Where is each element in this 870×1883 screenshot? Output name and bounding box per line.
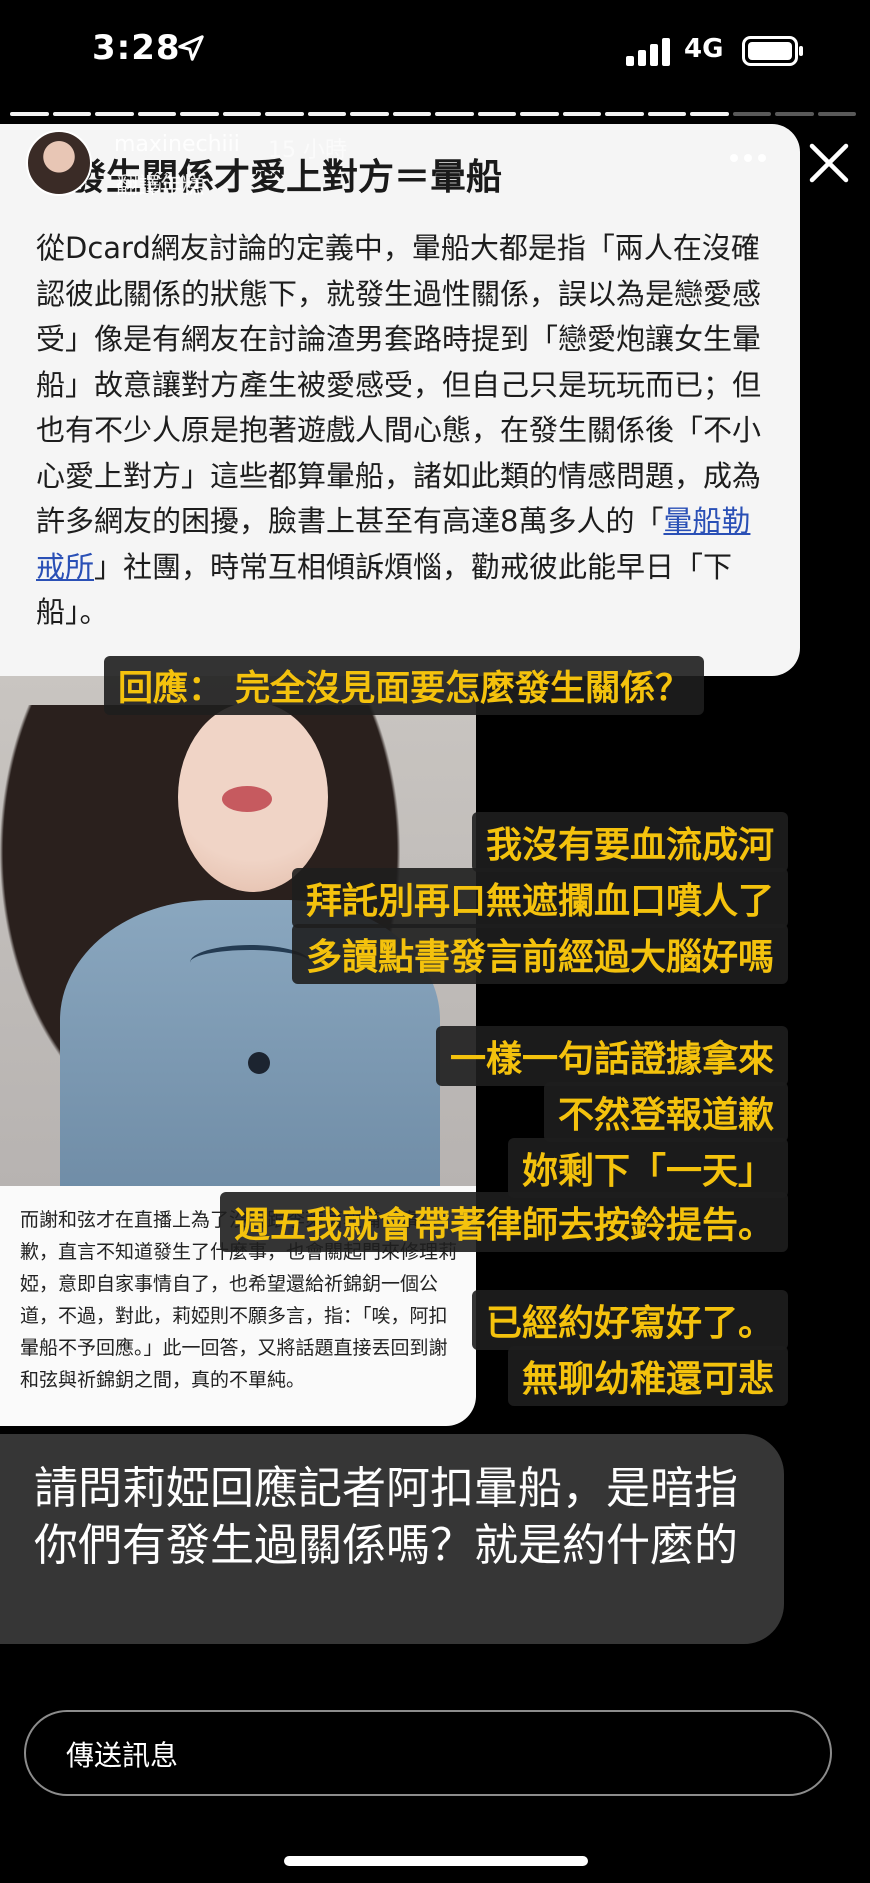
progress-segment bbox=[647, 112, 686, 116]
post-time: 15 小時 bbox=[268, 138, 347, 163]
home-indicator[interactable] bbox=[284, 1856, 588, 1866]
progress-segment bbox=[350, 112, 389, 116]
caption-line-5: 不然登報道歉 bbox=[543, 1082, 788, 1142]
progress-segment bbox=[477, 112, 516, 116]
cellular-signal-icon bbox=[626, 38, 670, 66]
story-progress bbox=[10, 112, 856, 116]
close-icon[interactable] bbox=[806, 140, 852, 186]
photo-lips bbox=[222, 786, 272, 812]
progress-segment bbox=[817, 112, 856, 116]
caption-line-1: 我沒有要血流成河 bbox=[471, 812, 788, 872]
username[interactable]: maxinechiii bbox=[114, 132, 240, 157]
location-arrow-icon bbox=[178, 35, 204, 61]
progress-segment bbox=[392, 112, 431, 116]
progress-segment bbox=[520, 112, 559, 116]
progress-segment bbox=[690, 112, 729, 116]
caption-line-7: 週五我就會帶著律師去按鈴提告。 bbox=[219, 1192, 788, 1252]
progress-segment bbox=[435, 112, 474, 116]
progress-segment bbox=[562, 112, 601, 116]
network-type: 4G bbox=[684, 34, 724, 64]
progress-segment bbox=[137, 112, 176, 116]
battery-icon bbox=[742, 36, 803, 66]
caption-line-2: 拜託別再口無遮攔血口噴人了 bbox=[291, 868, 788, 928]
caption-line-9: 無聊幼稚還可悲 bbox=[507, 1346, 788, 1406]
article-text: 從Dcard網友討論的定義中，暈船大都是指「兩人在沒確認彼此關係的狀態下，就發生… bbox=[36, 231, 762, 538]
more-options-icon[interactable] bbox=[728, 150, 768, 166]
progress-segment bbox=[10, 112, 49, 116]
progress-segment bbox=[307, 112, 346, 116]
message-placeholder[interactable]: 傳送訊息 bbox=[66, 1734, 178, 1774]
caption-line-3: 多讀點書發言前經過大腦好嗎 bbox=[291, 924, 788, 984]
progress-segment bbox=[605, 112, 644, 116]
article-body: 從Dcard網友討論的定義中，暈船大都是指「兩人在沒確認彼此關係的狀態下，就發生… bbox=[36, 226, 776, 636]
progress-segment bbox=[265, 112, 304, 116]
status-time: 3:28 bbox=[92, 28, 181, 68]
progress-segment bbox=[95, 112, 134, 116]
progress-segment bbox=[222, 112, 261, 116]
translated-label: 翻譯年糕 bbox=[116, 174, 205, 199]
caption-reply: 回應： 完全沒見面要怎麼發生關係？ bbox=[104, 656, 705, 715]
caption-line-4: 一樣一句話證據拿來 bbox=[435, 1026, 788, 1086]
progress-segment bbox=[52, 112, 91, 116]
article-text-end: 」社團，時常互相傾訴煩惱，勸戒彼此能早日「下船」。 bbox=[36, 549, 733, 630]
progress-segment bbox=[180, 112, 219, 116]
progress-segment bbox=[732, 112, 771, 116]
caption-line-8: 已經約好寫好了。 bbox=[471, 1290, 788, 1350]
question-text: 請問莉婭回應記者阿扣暈船，是暗指你們有發生過關係嗎？就是約什麼的 bbox=[34, 1463, 738, 1571]
avatar[interactable] bbox=[26, 130, 92, 196]
progress-segment bbox=[775, 112, 814, 116]
photo-button bbox=[248, 1052, 270, 1074]
caption-line-6: 妳剩下「一天」 bbox=[507, 1138, 788, 1198]
